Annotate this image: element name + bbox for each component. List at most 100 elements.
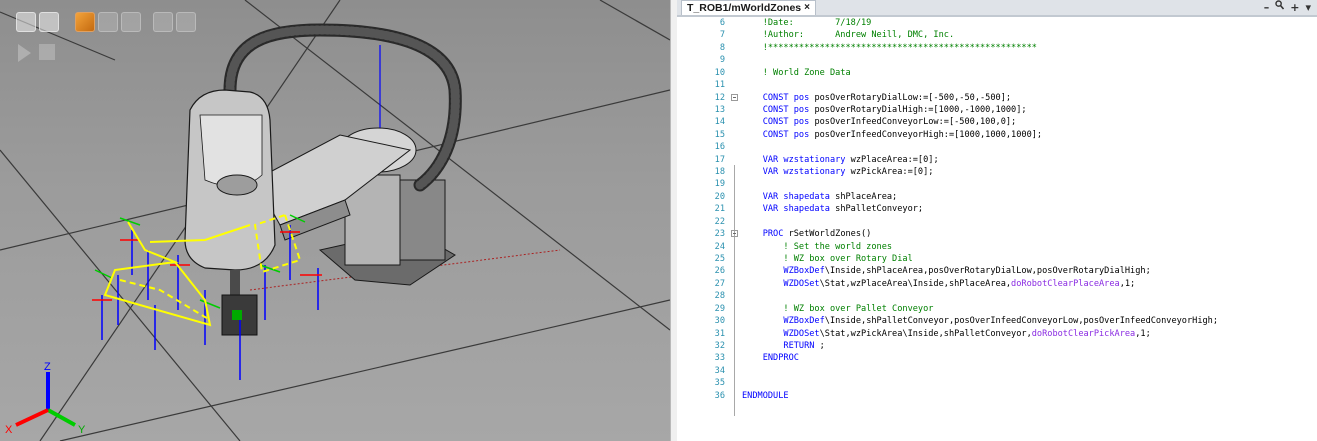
code-line[interactable]: 25 ! WZ box over Rotary Dial bbox=[677, 253, 1317, 265]
pane-splitter[interactable] bbox=[670, 0, 677, 441]
code-line[interactable]: 32 RETURN ; bbox=[677, 340, 1317, 352]
code-token: CONST pos bbox=[742, 117, 815, 128]
code-token: CONST pos bbox=[742, 104, 815, 115]
add-icon[interactable]: + bbox=[1290, 0, 1299, 15]
code-line[interactable]: 14 CONST pos posOverInfeedConveyorLow:=[… bbox=[677, 116, 1317, 128]
code-line[interactable]: 24 ! Set the world zones bbox=[677, 241, 1317, 253]
code-token: RETURN bbox=[742, 340, 815, 351]
code-line[interactable]: 8 !*************************************… bbox=[677, 42, 1317, 54]
code-line[interactable]: 7 !Author: Andrew Neill, DMC, Inc. bbox=[677, 29, 1317, 41]
code-token: shPalletConveyor; bbox=[835, 204, 924, 215]
code-text: CONST pos posOverInfeedConveyorHigh:=[10… bbox=[742, 129, 1042, 141]
chevron-down-icon[interactable]: ▾ bbox=[1305, 0, 1311, 15]
code-line[interactable]: 34 bbox=[677, 365, 1317, 377]
code-text: ! WZ box over Pallet Conveyor bbox=[742, 303, 933, 315]
code-token: ENDMODULE bbox=[742, 390, 789, 401]
code-token: ! WZ box over Rotary Dial bbox=[742, 254, 913, 265]
code-token: ,1; bbox=[1119, 278, 1136, 289]
3d-viewport[interactable]: Z Y X bbox=[0, 0, 670, 441]
search-icon[interactable] bbox=[1275, 0, 1285, 15]
grid-icon[interactable] bbox=[39, 12, 59, 32]
code-line[interactable]: 17 VAR wzstationary wzPlaceArea:=[0]; bbox=[677, 154, 1317, 166]
rapid-code-editor[interactable]: T_ROB1/mWorldZones × – + ▾ 6 !Date: 7/18… bbox=[677, 0, 1317, 441]
code-token: rSetWorldZones() bbox=[788, 229, 872, 240]
code-line[interactable]: 31 WZDOSet\Stat,wzPickArea\Inside,shPall… bbox=[677, 328, 1317, 340]
code-line[interactable]: 26 WZBoxDef\Inside,shPlaceArea,posOverRo… bbox=[677, 265, 1317, 277]
code-token: doRobotClearPickArea bbox=[1031, 328, 1136, 339]
code-line[interactable]: 13 CONST pos posOverRotaryDialHigh:=[100… bbox=[677, 104, 1317, 116]
stop-icon[interactable] bbox=[39, 44, 55, 60]
fold-toggle-icon[interactable] bbox=[731, 230, 738, 238]
snap-icon[interactable] bbox=[121, 12, 141, 32]
code-line[interactable]: 29 ! WZ box over Pallet Conveyor bbox=[677, 303, 1317, 315]
view-icon[interactable] bbox=[16, 12, 36, 32]
line-number: 30 bbox=[714, 316, 725, 327]
code-token: \Stat,wzPickArea\Inside,shPalletConveyor… bbox=[819, 328, 1032, 339]
code-token: posOverRotaryDialHigh:=[1000,-1000,1000]… bbox=[814, 104, 1027, 115]
select-icon[interactable] bbox=[75, 12, 95, 32]
code-line[interactable]: 15 CONST pos posOverInfeedConveyorHigh:=… bbox=[677, 129, 1317, 141]
line-number: 13 bbox=[714, 104, 725, 115]
line-number: 17 bbox=[714, 154, 725, 165]
measure-distance-icon[interactable] bbox=[176, 12, 196, 32]
code-line[interactable]: 16 bbox=[677, 141, 1317, 153]
code-text: CONST pos posOverRotaryDialLow:=[-500,-5… bbox=[742, 92, 1011, 104]
code-token: ! WZ box over Pallet Conveyor bbox=[742, 303, 934, 314]
line-number: 11 bbox=[714, 80, 725, 91]
code-token: WZDOSet bbox=[742, 328, 820, 339]
play-icon[interactable] bbox=[18, 44, 31, 62]
code-token: doRobotClearPlaceArea bbox=[1011, 278, 1120, 289]
code-token: PROC bbox=[742, 229, 789, 240]
code-token: VAR shapedata bbox=[742, 204, 836, 215]
line-number: 18 bbox=[714, 167, 725, 178]
code-line[interactable]: 20 VAR shapedata shPlaceArea; bbox=[677, 191, 1317, 203]
code-line[interactable]: 30 WZBoxDef\Inside,shPalletConveyor,posO… bbox=[677, 315, 1317, 327]
code-line[interactable]: 23 PROC rSetWorldZones() bbox=[677, 228, 1317, 240]
code-text: !***************************************… bbox=[742, 42, 1037, 54]
axis-y-label: Y bbox=[78, 424, 86, 436]
close-icon[interactable]: × bbox=[804, 1, 810, 15]
code-line[interactable]: 27 WZDOSet\Stat,wzPlaceArea\Inside,shPla… bbox=[677, 278, 1317, 290]
code-token: VAR wzstationary bbox=[742, 167, 851, 178]
measure-icon[interactable] bbox=[153, 12, 173, 32]
code-token: ENDPROC bbox=[742, 353, 799, 364]
frame-icon[interactable] bbox=[98, 12, 118, 32]
code-token: shPlaceArea; bbox=[835, 191, 898, 202]
line-number: 15 bbox=[714, 129, 725, 140]
line-number: 32 bbox=[714, 340, 725, 351]
code-line[interactable]: 18 VAR wzstationary wzPickArea:=[0]; bbox=[677, 166, 1317, 178]
code-line[interactable]: 10 ! World Zone Data bbox=[677, 67, 1317, 79]
fold-toggle-icon[interactable] bbox=[731, 93, 738, 101]
code-line[interactable]: 19 bbox=[677, 178, 1317, 190]
line-number: 25 bbox=[714, 254, 725, 265]
code-line[interactable]: 35 bbox=[677, 377, 1317, 389]
line-number: 27 bbox=[714, 278, 725, 289]
code-line[interactable]: 28 bbox=[677, 290, 1317, 302]
axis-z-label: Z bbox=[44, 361, 51, 373]
code-line[interactable]: 33 ENDPROC bbox=[677, 352, 1317, 364]
line-number: 29 bbox=[714, 303, 725, 314]
code-line[interactable]: 12 CONST pos posOverRotaryDialLow:=[-500… bbox=[677, 92, 1317, 104]
line-number: 24 bbox=[714, 241, 725, 252]
code-token: wzPlaceArea:=[0]; bbox=[850, 154, 939, 165]
code-text: VAR shapedata shPlaceArea; bbox=[742, 191, 898, 203]
code-token: posOverInfeedConveyorHigh:=[1000,1000,10… bbox=[814, 129, 1043, 140]
line-number: 26 bbox=[714, 266, 725, 277]
viewport-toolbar bbox=[16, 12, 196, 32]
code-line[interactable]: 11 bbox=[677, 79, 1317, 91]
code-area[interactable]: 6 !Date: 7/18/19 7 !Author: Andrew Neill,… bbox=[677, 17, 1317, 416]
code-line[interactable]: 36 ENDMODULE bbox=[677, 390, 1317, 402]
line-number: 28 bbox=[714, 291, 725, 302]
line-number: 36 bbox=[714, 390, 725, 401]
code-token: !Date: 7/18/19 bbox=[742, 18, 872, 28]
line-number: 23 bbox=[714, 229, 725, 240]
minimize-icon[interactable]: – bbox=[1264, 0, 1270, 15]
tab-mworldzones[interactable]: T_ROB1/mWorldZones × bbox=[681, 0, 816, 15]
code-token: \Stat,wzPlaceArea\Inside,shPlaceArea, bbox=[819, 278, 1012, 289]
code-line[interactable]: 21 VAR shapedata shPalletConveyor; bbox=[677, 203, 1317, 215]
line-number: 14 bbox=[714, 117, 725, 128]
code-line[interactable]: 6 !Date: 7/18/19 bbox=[677, 17, 1317, 29]
code-line[interactable]: 22 bbox=[677, 216, 1317, 228]
code-line[interactable]: 9 bbox=[677, 54, 1317, 66]
code-token: ; bbox=[814, 340, 825, 351]
